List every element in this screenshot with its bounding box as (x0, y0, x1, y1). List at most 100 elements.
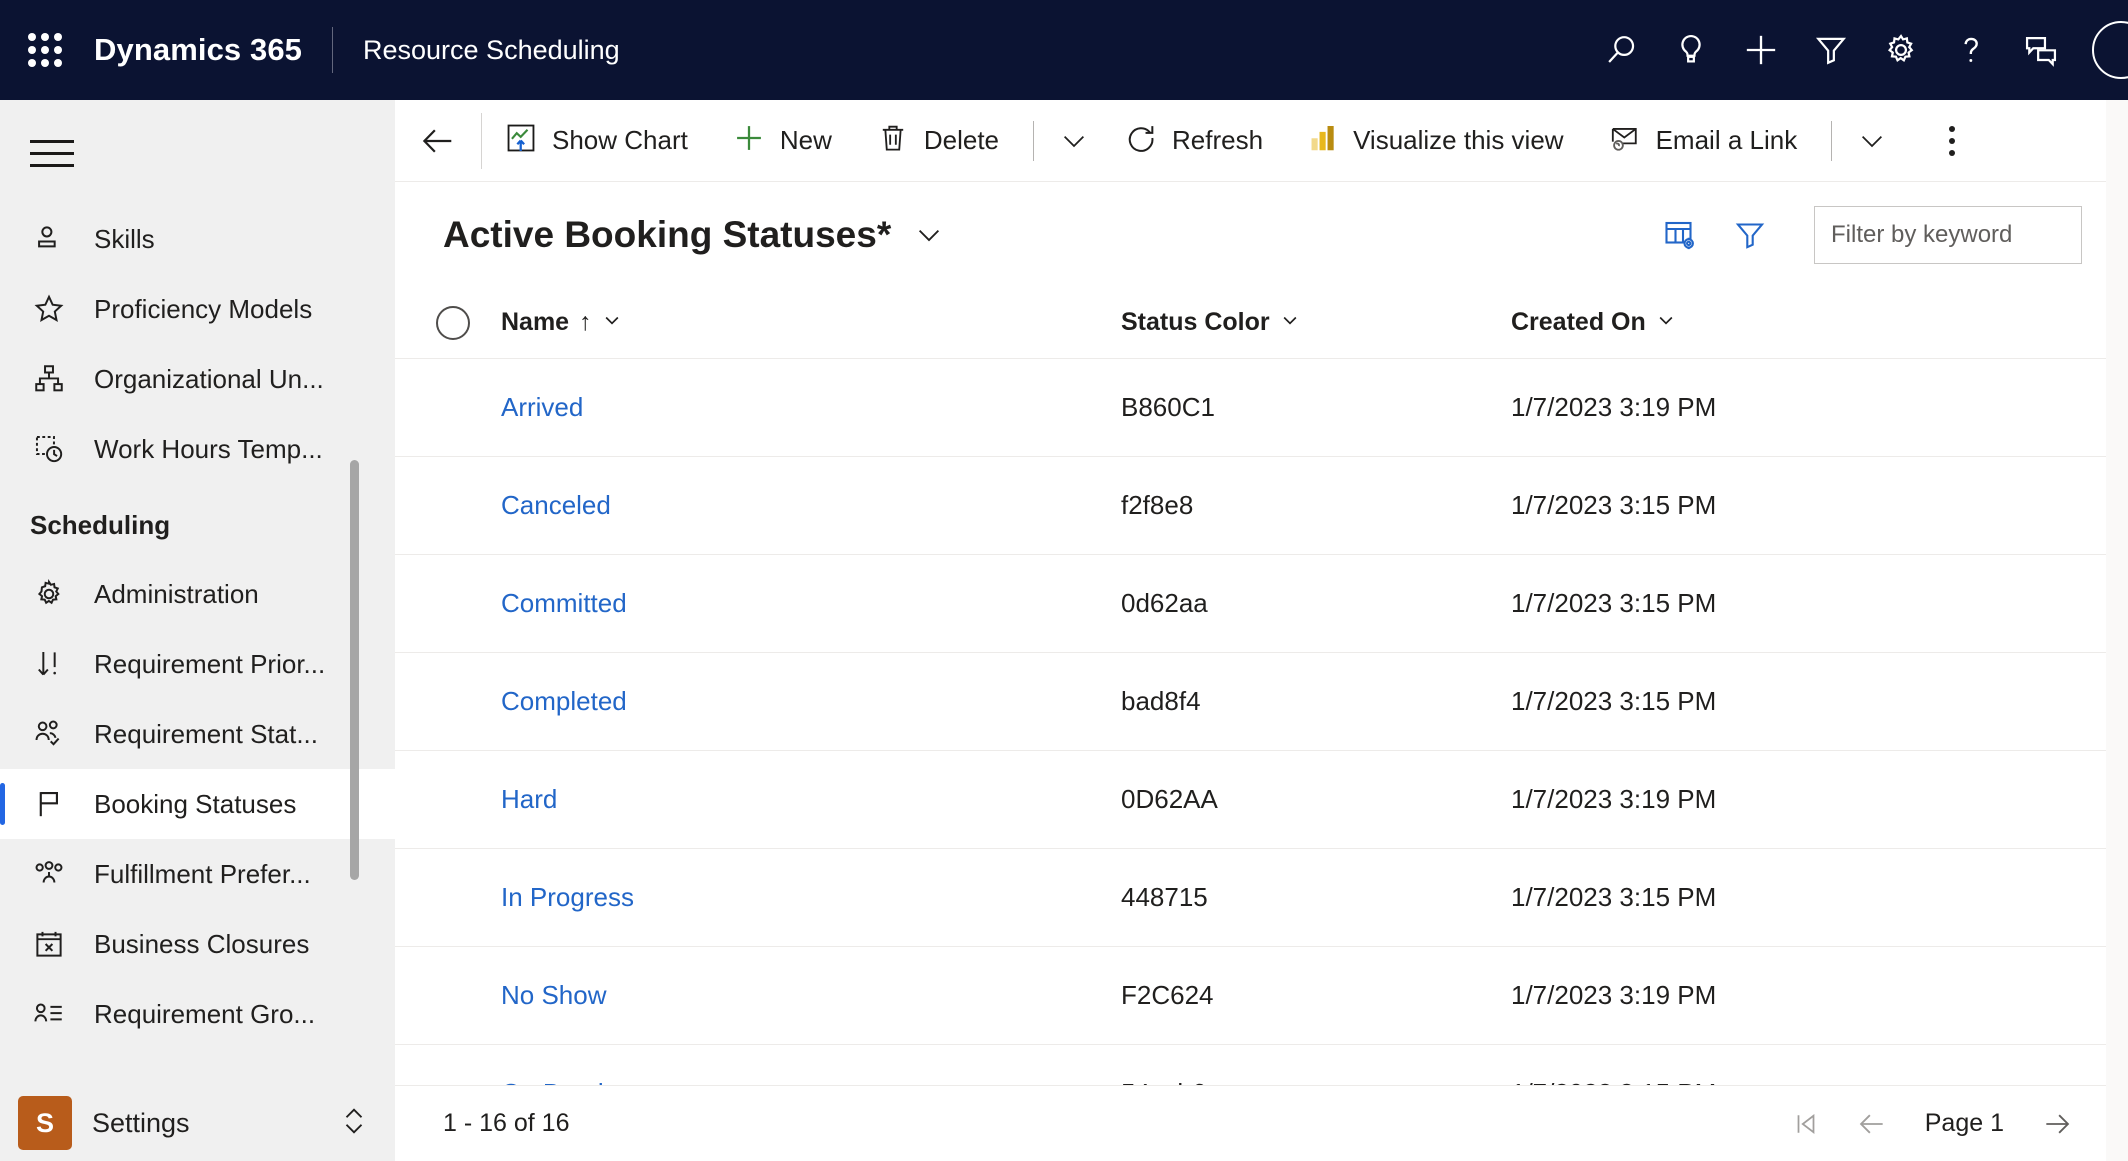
sidebar-item-label: Fulfillment Prefer... (94, 858, 311, 889)
sidebar-item-label: Requirement Prior... (94, 648, 326, 679)
updown-chevron-icon[interactable] (339, 1103, 369, 1144)
sidebar-item-requirement-status[interactable]: Requirement Stat... (0, 699, 395, 769)
row-status-color: 448715 (1121, 882, 1208, 912)
row-name-link[interactable]: No Show (501, 980, 607, 1010)
sidebar-item-proficiency-models[interactable]: Proficiency Models (0, 274, 395, 344)
contact-icon (26, 216, 72, 262)
sidebar-item-skills[interactable]: Skills (0, 204, 395, 274)
previous-page-icon[interactable] (1841, 1096, 1903, 1152)
plus-icon[interactable] (1726, 0, 1796, 100)
edit-filters-icon[interactable] (1718, 203, 1782, 267)
sidebar-item-fulfillment-preferences[interactable]: Fulfillment Prefer... (0, 839, 395, 909)
sidebar-item-business-closures[interactable]: Business Closures (0, 909, 395, 979)
view-actions (1648, 182, 2082, 287)
search-input[interactable] (1831, 220, 2065, 249)
sidebar-item-organizational-units[interactable]: Organizational Un... (0, 344, 395, 414)
column-label: Name (501, 308, 570, 336)
column-header-status-color[interactable]: Status Color (1121, 308, 1511, 337)
select-all-checkbox[interactable] (436, 305, 470, 340)
command-label: New (779, 125, 832, 155)
app-name: Resource Scheduling (363, 34, 620, 65)
settings-label: Settings (92, 1107, 190, 1138)
select-all-cell[interactable] (405, 305, 501, 340)
chevron-down-icon[interactable] (602, 308, 622, 337)
pagination: Page 1 (1775, 1096, 2088, 1152)
column-header-created-on[interactable]: Created On (1511, 308, 1991, 337)
row-name-link[interactable]: Committed (501, 588, 627, 618)
search-icon[interactable] (1586, 0, 1656, 100)
visualize-this-view-button[interactable]: Visualize this view (1285, 100, 1586, 182)
gear-icon[interactable] (1866, 0, 1936, 100)
next-page-icon[interactable] (2026, 1096, 2088, 1152)
command-label: Show Chart (552, 125, 688, 155)
table-row[interactable]: No Show F2C624 1/7/2023 3:19 PM (395, 947, 2128, 1045)
sidebar-item-work-hours-templates[interactable]: Work Hours Temp... (0, 414, 395, 484)
table-row[interactable]: In Progress 448715 1/7/2023 3:15 PM (395, 849, 2128, 947)
help-icon[interactable] (1936, 0, 2006, 100)
column-header-name[interactable]: Name ↑ (501, 308, 1121, 337)
star-icon (26, 286, 72, 332)
command-overflow-chevron-2[interactable] (1844, 100, 1900, 182)
sidebar-item-booking-statuses[interactable]: Booking Statuses (0, 769, 395, 839)
app-launcher-icon[interactable] (22, 27, 68, 73)
row-status-color: 0d62aa (1121, 588, 1208, 618)
email-a-link-button[interactable]: Email a Link (1586, 100, 1820, 182)
grid-rows: Arrived B860C1 1/7/2023 3:19 PM Canceled… (395, 359, 2128, 1149)
command-label: Visualize this view (1353, 125, 1564, 155)
sidebar-item-administration[interactable]: Administration (0, 559, 395, 629)
table-row[interactable]: Hard 0D62AA 1/7/2023 3:19 PM (395, 751, 2128, 849)
row-created-on: 1/7/2023 3:15 PM (1511, 686, 1717, 716)
trash-icon (876, 121, 910, 160)
new-button[interactable]: New (710, 100, 854, 182)
row-name-link[interactable]: In Progress (501, 882, 634, 912)
edit-columns-icon[interactable] (1648, 203, 1712, 267)
show-chart-button[interactable]: Show Chart (482, 100, 710, 182)
org-chart-icon (26, 356, 72, 402)
grid-footer: 1 - 16 of 16 Page 1 (395, 1085, 2128, 1161)
plus-icon (732, 121, 766, 160)
row-name-link[interactable]: Arrived (501, 392, 583, 422)
chevron-down-icon[interactable] (911, 217, 947, 253)
filter-icon[interactable] (1796, 0, 1866, 100)
lightbulb-icon[interactable] (1656, 0, 1726, 100)
sidebar-item-label: Business Closures (94, 928, 310, 959)
sidebar-scrollbar[interactable] (350, 460, 359, 880)
row-name-link[interactable]: Completed (501, 686, 627, 716)
command-overflow-chevron[interactable] (1046, 100, 1102, 182)
command-separator (1831, 120, 1833, 161)
brand-divider (332, 27, 333, 73)
avatar[interactable] (2076, 0, 2128, 100)
chevron-down-icon[interactable] (1656, 308, 1676, 337)
refresh-button[interactable]: Refresh (1102, 100, 1285, 182)
first-page-icon[interactable] (1775, 1096, 1837, 1152)
calendar-x-icon (26, 921, 72, 967)
sidebar-item-label: Work Hours Temp... (94, 433, 323, 464)
search-input-wrapper[interactable] (1814, 205, 2082, 264)
row-name-link[interactable]: Hard (501, 784, 557, 814)
sort-down-icon (26, 641, 72, 687)
delete-button[interactable]: Delete (854, 100, 1021, 182)
hamburger-menu-icon[interactable] (30, 130, 90, 176)
feedback-icon[interactable] (2006, 0, 2076, 100)
back-button[interactable] (395, 100, 481, 182)
row-name-link[interactable]: Canceled (501, 490, 611, 520)
more-options-button[interactable] (1920, 100, 1984, 182)
table-row[interactable]: Canceled f2f8e8 1/7/2023 3:15 PM (395, 457, 2128, 555)
sidebar-navigation: Skills Proficiency Models Organizational… (0, 100, 395, 1161)
table-row[interactable]: Completed bad8f4 1/7/2023 3:15 PM (395, 653, 2128, 751)
view-header: Active Booking Statuses* (395, 182, 2128, 287)
show-chart-icon (504, 121, 538, 160)
command-label: Refresh (1172, 125, 1264, 155)
page-label: Page 1 (1924, 1109, 2004, 1137)
sidebar-item-requirement-groups[interactable]: Requirement Gro... (0, 979, 395, 1049)
sidebar-item-requirement-priorities[interactable]: Requirement Prior... (0, 629, 395, 699)
grid-header-row: Name ↑ Status Color Created On (395, 287, 2128, 359)
refresh-icon (1124, 121, 1158, 160)
flag-icon (26, 781, 72, 827)
chevron-down-icon[interactable] (1280, 308, 1300, 337)
brand-title: Dynamics 365 (94, 32, 302, 67)
table-row[interactable]: Committed 0d62aa 1/7/2023 3:15 PM (395, 555, 2128, 653)
table-row[interactable]: Arrived B860C1 1/7/2023 3:19 PM (395, 359, 2128, 457)
settings-area-selector[interactable]: S Settings (0, 1085, 395, 1161)
sidebar-top-items: Skills Proficiency Models Organizational… (0, 204, 395, 484)
